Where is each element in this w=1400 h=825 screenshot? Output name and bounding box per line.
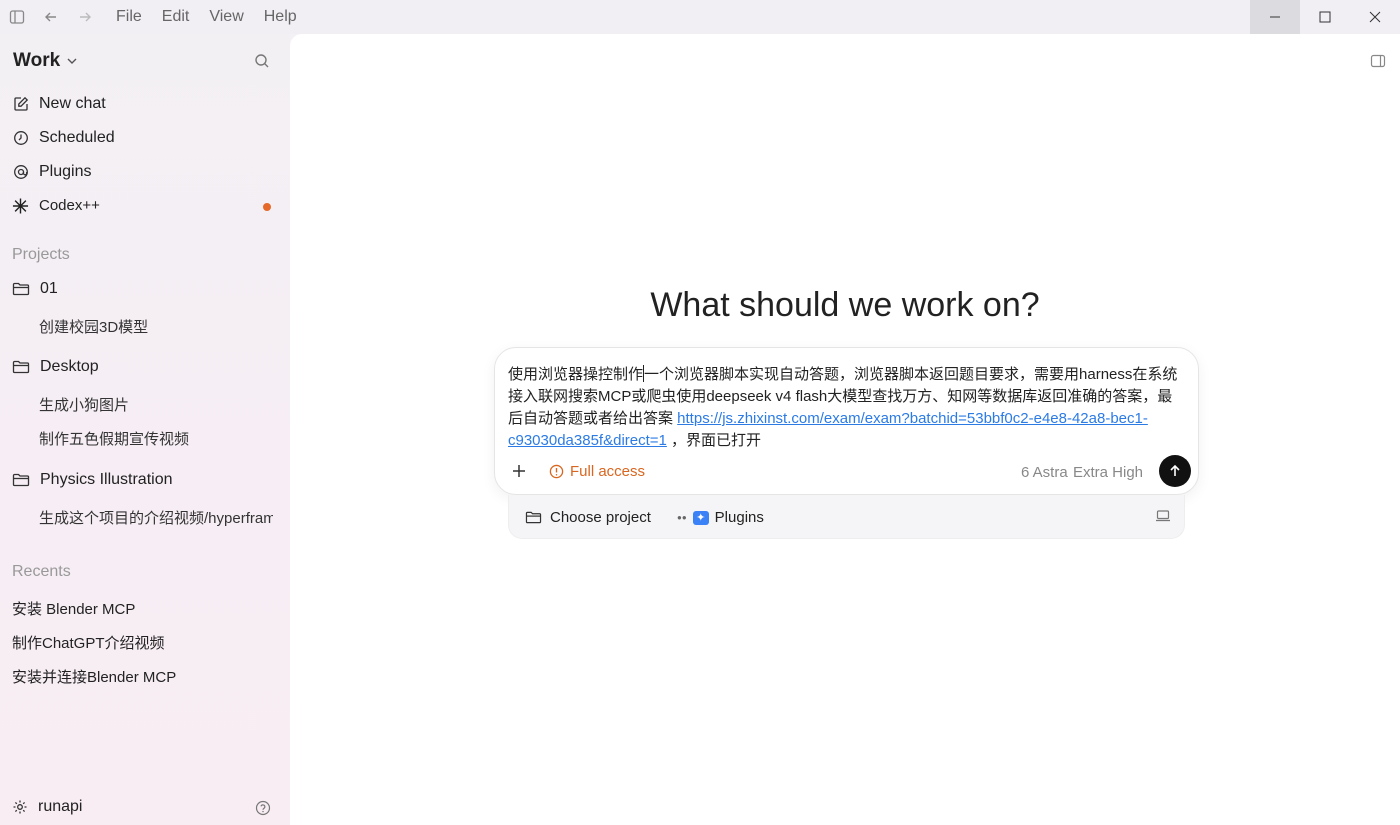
alert-circle-icon	[549, 464, 564, 479]
user-name: runapi	[38, 798, 83, 815]
add-attachment-button[interactable]	[509, 461, 529, 481]
search-icon[interactable]	[254, 53, 270, 74]
gear-icon	[13, 800, 27, 814]
title-bar: File Edit View Help	[0, 0, 1400, 34]
plugin-badge-icon: ✦	[692, 510, 709, 525]
edit-icon	[12, 96, 29, 113]
workspace-switcher[interactable]: Work	[13, 50, 78, 72]
right-panel-toggle-icon[interactable]	[1370, 53, 1386, 74]
prompt-input[interactable]: 使用浏览器操控制作一个浏览器脚本实现自动答题，浏览器脚本返回题目要求，需要用ha…	[508, 364, 1184, 452]
access-label: Full access	[570, 463, 646, 480]
composer-options-bar: Choose project ●● ✦ Plugins	[508, 495, 1185, 539]
maximize-button[interactable]	[1300, 0, 1350, 34]
back-arrow-icon[interactable]	[34, 0, 68, 34]
sidebar-item-plugins[interactable]: Plugins	[12, 163, 91, 181]
page-title: What should we work on?	[650, 286, 1040, 324]
plus-icon	[513, 465, 525, 477]
at-sign-icon	[12, 164, 29, 181]
project-chat-item[interactable]: 生成小狗图片	[39, 394, 273, 415]
sidebar-item-new-chat[interactable]: New chat	[12, 95, 106, 113]
user-profile[interactable]: runapi	[12, 798, 82, 816]
project-name: Physics Illustration	[40, 471, 173, 488]
model-selector[interactable]: 6 Astra	[1021, 464, 1068, 481]
prompt-text: ，界面已打开	[666, 432, 762, 449]
project-chat-item[interactable]: 制作五色假期宣传视频	[39, 428, 273, 449]
project-name: Desktop	[40, 358, 99, 375]
project-folder-physics-illustration[interactable]: Physics Illustration	[12, 471, 173, 489]
folder-icon	[525, 511, 542, 524]
plugins-label: Plugins	[714, 509, 764, 526]
folder-icon	[12, 360, 30, 374]
sidebar-item-label: Plugins	[39, 163, 92, 180]
project-folder-01[interactable]: 01	[12, 280, 58, 298]
choose-project-label: Choose project	[550, 509, 651, 526]
forward-arrow-icon[interactable]	[68, 0, 102, 34]
clock-icon	[12, 130, 29, 147]
recent-chat-item[interactable]: 安装并连接Blender MCP	[12, 666, 176, 687]
menu-help[interactable]: Help	[264, 8, 297, 26]
menu-view[interactable]: View	[209, 8, 243, 26]
sidebar-toggle-icon[interactable]	[0, 0, 34, 34]
send-button[interactable]	[1159, 455, 1191, 487]
access-mode-button[interactable]: Full access	[549, 463, 645, 480]
sidebar-item-label: New chat	[39, 95, 106, 112]
help-icon[interactable]	[255, 800, 271, 821]
chevron-down-icon	[67, 58, 77, 64]
project-chat-item[interactable]: 生成这个项目的介绍视频/hyperframes	[39, 507, 273, 528]
sidebar-item-codex[interactable]: Codex++	[12, 197, 100, 214]
recents-heading: Recents	[12, 563, 71, 580]
menu-file[interactable]: File	[116, 8, 142, 26]
asterisk-icon	[12, 197, 29, 214]
notification-dot	[263, 203, 271, 211]
main-panel: What should we work on? 使用浏览器操控制作一个浏览器脚本…	[290, 34, 1400, 825]
projects-heading: Projects	[12, 246, 70, 263]
prompt-text: 使用浏览器操控制作	[508, 366, 644, 383]
sidebar-item-label: Scheduled	[39, 129, 115, 146]
close-button[interactable]	[1350, 0, 1400, 34]
folder-icon	[12, 282, 30, 296]
recent-chat-item[interactable]: 安装 Blender MCP	[12, 598, 135, 619]
sidebar-item-label: Codex++	[39, 197, 100, 214]
menu-edit[interactable]: Edit	[162, 8, 190, 26]
effort-selector[interactable]: Extra High	[1073, 464, 1143, 481]
window-controls	[1250, 0, 1400, 34]
project-chat-item[interactable]: 创建校园3D模型	[39, 316, 273, 337]
folder-icon	[12, 473, 30, 487]
plugin-logo-icon: ●●	[677, 513, 687, 522]
project-folder-desktop[interactable]: Desktop	[12, 358, 99, 376]
recent-chat-item[interactable]: 制作ChatGPT介绍视频	[12, 632, 165, 653]
sidebar-item-scheduled[interactable]: Scheduled	[12, 129, 115, 147]
minimize-button[interactable]	[1250, 0, 1300, 34]
sidebar: Work New chat Scheduled Plugins Codex++ …	[0, 34, 290, 825]
plugins-button[interactable]: ●● ✦ Plugins	[677, 509, 764, 526]
choose-project-button[interactable]: Choose project	[525, 509, 651, 526]
project-name: 01	[40, 280, 58, 297]
prompt-composer[interactable]: 使用浏览器操控制作一个浏览器脚本实现自动答题，浏览器脚本返回题目要求，需要用ha…	[494, 347, 1199, 495]
laptop-icon[interactable]	[1155, 509, 1171, 528]
arrow-up-icon	[1170, 464, 1180, 476]
workspace-title: Work	[13, 50, 61, 71]
